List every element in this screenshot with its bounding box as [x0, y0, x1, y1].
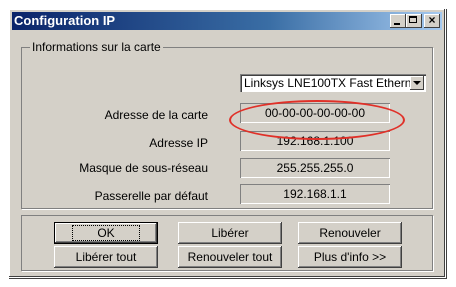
maximize-button[interactable] [406, 14, 422, 28]
window-title: Configuration IP [14, 13, 116, 28]
subnet-mask-value: 255.255.255.0 [240, 158, 390, 178]
minimize-button[interactable] [390, 14, 406, 28]
default-gateway-label: Passerelle par défaut [94, 189, 208, 203]
default-gateway-value: 192.168.1.1 [240, 184, 390, 204]
minimize-icon [394, 23, 400, 25]
more-info-button[interactable]: Plus d'info >> [298, 246, 402, 268]
adapter-select-value: Linksys LNE100TX Fast Ethernet [244, 76, 422, 90]
release-all-button[interactable]: Libérer tout [54, 246, 158, 268]
titlebar-buttons: × [390, 13, 440, 28]
close-button[interactable]: × [424, 13, 440, 28]
card-info-group: Informations sur la carte Linksys LNE100… [21, 40, 433, 209]
highlight-ellipse [229, 100, 405, 140]
maximize-icon [409, 16, 417, 23]
ok-button[interactable]: OK [54, 222, 158, 244]
adapter-select[interactable]: Linksys LNE100TX Fast Ethernet [240, 74, 426, 92]
ip-config-window: Configuration IP × Informations sur la c… [8, 8, 446, 278]
close-icon: × [428, 13, 436, 27]
renew-button[interactable]: Renouveler [298, 222, 402, 244]
action-buttons: OK Libérer Renouveler Libérer tout Renou… [21, 215, 433, 271]
card-info-legend: Informations sur la carte [30, 40, 163, 54]
ok-button-label: OK [72, 225, 140, 241]
title-bar[interactable]: Configuration IP × [12, 12, 442, 30]
card-address-label: Adresse de la carte [104, 108, 208, 122]
release-button[interactable]: Libérer [178, 222, 282, 244]
chevron-down-icon[interactable] [410, 76, 424, 90]
subnet-mask-label: Masque de sous-réseau [79, 161, 208, 175]
ip-address-label: Adresse IP [149, 136, 208, 150]
renew-all-button[interactable]: Renouveler tout [178, 246, 282, 268]
